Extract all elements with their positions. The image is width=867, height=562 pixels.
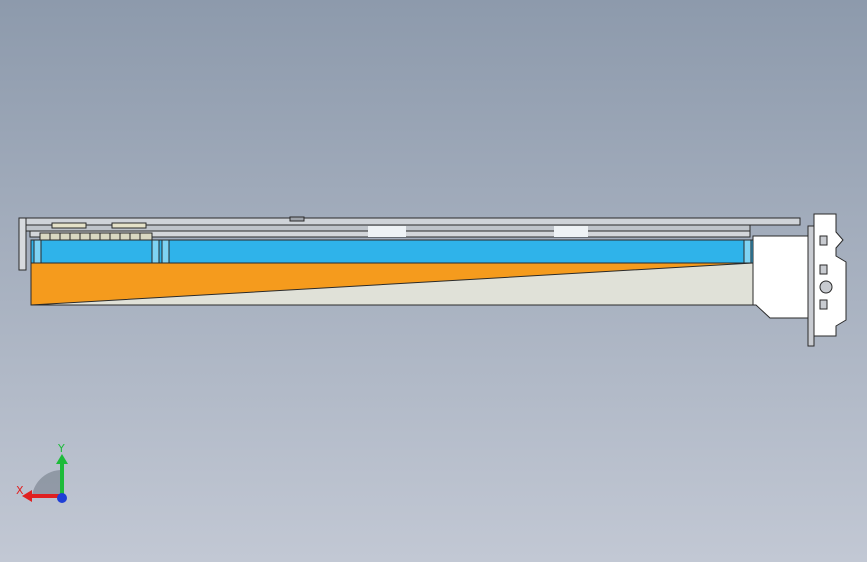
triad-x-label: X bbox=[16, 484, 24, 497]
shroud-left-tab bbox=[33, 239, 42, 264]
cooler-shroud bbox=[30, 239, 754, 264]
left-end-cap bbox=[18, 217, 27, 271]
board-component-3 bbox=[289, 216, 305, 222]
board-component-2 bbox=[111, 222, 147, 229]
board-highlight-2 bbox=[554, 226, 588, 237]
coordinate-triad: X Y bbox=[16, 442, 68, 503]
triad-shadow-wedge bbox=[32, 469, 62, 496]
y-axis-arrow-icon bbox=[56, 454, 68, 464]
memory-chip-row bbox=[39, 232, 153, 241]
triad-y-label: Y bbox=[57, 442, 65, 455]
z-axis-dot-icon bbox=[57, 493, 67, 503]
shroud-divider-1 bbox=[151, 239, 160, 264]
board-highlight-1 bbox=[368, 226, 406, 237]
board-component-1 bbox=[51, 222, 87, 229]
shroud-right-tab bbox=[743, 239, 752, 264]
cad-viewport[interactable] bbox=[0, 0, 867, 562]
bracket-backplate bbox=[752, 235, 809, 319]
shroud-divider-2 bbox=[161, 239, 170, 264]
